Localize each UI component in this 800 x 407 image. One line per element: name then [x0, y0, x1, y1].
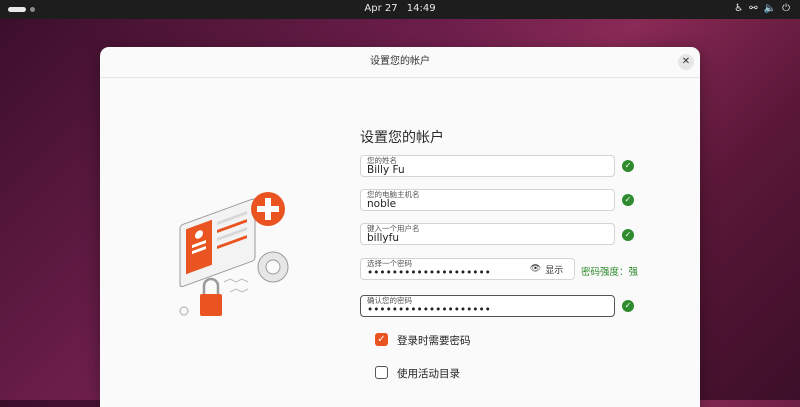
require-password-label[interactable]: 登录时需要密码	[397, 333, 471, 348]
confirm-password-field[interactable]: 确认您的密码 ••••••••••••••••••••	[360, 295, 615, 317]
hostname-value: noble	[367, 198, 397, 210]
accessibility-icon[interactable]: ♿	[734, 2, 743, 16]
clock[interactable]: Apr 27 14:49	[0, 3, 800, 14]
name-valid-icon: ✓	[622, 160, 634, 172]
system-tray[interactable]: ♿ ⚯ 🔈 ⏻	[734, 2, 790, 16]
power-icon[interactable]: ⏻	[782, 2, 790, 16]
date: Apr 27	[364, 3, 398, 14]
dialog-title: 设置您的帐户	[100, 47, 700, 78]
volume-icon[interactable]: 🔈	[764, 2, 776, 16]
confirm-valid-icon: ✓	[622, 300, 634, 312]
active-directory-label[interactable]: 使用活动目录	[397, 366, 460, 381]
password-strength: 密码强度：强	[581, 267, 639, 278]
page-heading: 设置您的帐户	[360, 130, 444, 146]
account-illustration-icon	[179, 192, 289, 316]
time: 14:49	[406, 3, 436, 14]
username-value: billyfu	[367, 232, 399, 244]
eye-icon: 👁	[529, 264, 542, 274]
password-field[interactable]: 选择一个密码 ••••••••••••••••••••	[360, 258, 520, 280]
setup-dialog: 设置您的帐户 ✕ 设置您的帐户 您的姓名 Billy Fu ✓ 您的电脑主机名 …	[100, 47, 700, 407]
close-icon[interactable]: ✕	[678, 54, 694, 70]
hostname-field[interactable]: 您的电脑主机名 noble	[360, 189, 615, 211]
show-password-button[interactable]: 👁 显示	[519, 258, 575, 280]
top-bar: Apr 27 14:49 ♿ ⚯ 🔈 ⏻	[0, 0, 800, 19]
show-password-label: 显示	[545, 265, 564, 276]
require-password-checkbox[interactable]: ✓	[375, 333, 388, 346]
active-directory-checkbox[interactable]	[375, 366, 388, 379]
username-field[interactable]: 键入一个用户名 billyfu	[360, 223, 615, 245]
confirm-password-value: ••••••••••••••••••••	[367, 304, 491, 316]
username-valid-icon: ✓	[622, 229, 634, 241]
network-icon[interactable]: ⚯	[749, 2, 757, 16]
name-value: Billy Fu	[367, 164, 405, 176]
password-value: ••••••••••••••••••••	[367, 267, 491, 279]
hostname-valid-icon: ✓	[622, 194, 634, 206]
name-field[interactable]: 您的姓名 Billy Fu	[360, 155, 615, 177]
